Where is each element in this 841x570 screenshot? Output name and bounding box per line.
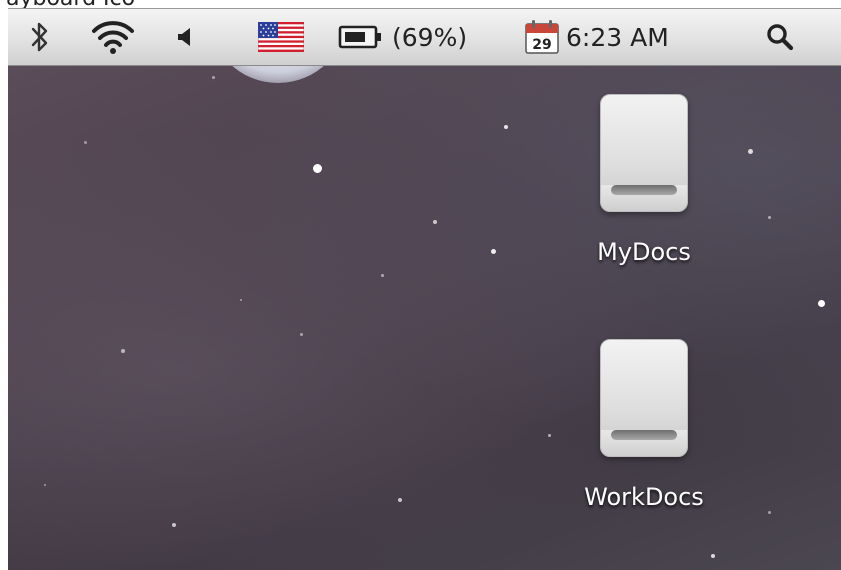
star — [121, 349, 125, 353]
clock-time: 6:23 AM — [566, 22, 669, 52]
star — [398, 498, 402, 502]
star — [548, 434, 551, 437]
star — [212, 76, 215, 79]
battery-percentage: (69%) — [392, 22, 468, 52]
menu-bar: (69%) 29 6:23 AM — [8, 9, 841, 66]
star — [768, 216, 771, 219]
spotlight-search-icon — [767, 24, 794, 51]
spotlight-menu[interactable] — [760, 9, 800, 65]
volume-menu[interactable] — [172, 9, 196, 65]
drive-label-mydocs: MyDocs — [597, 238, 691, 266]
star — [240, 299, 242, 301]
bluetooth-icon — [31, 22, 48, 52]
screen: (69%) 29 6:23 AM MyDocs WorkDocs — [8, 8, 841, 570]
drive-label-workdocs: WorkDocs — [584, 483, 704, 511]
star — [768, 511, 771, 514]
star — [748, 149, 753, 154]
battery-icon — [338, 25, 381, 49]
bluetooth-menu[interactable] — [22, 9, 58, 65]
star — [433, 220, 437, 224]
star — [818, 300, 825, 307]
calendar-day: 29 — [532, 37, 551, 53]
star — [491, 249, 496, 254]
volume-icon — [178, 28, 190, 46]
calendar-icon: 29 — [525, 20, 559, 54]
battery-menu[interactable]: (69%) — [338, 9, 496, 65]
clock-menu[interactable]: 29 6:23 AM — [524, 9, 734, 65]
us-flag-icon — [258, 22, 304, 52]
hard-drive-icon — [600, 339, 688, 457]
desktop: MyDocs WorkDocs — [8, 66, 841, 570]
star — [172, 523, 176, 527]
star — [711, 554, 715, 558]
star — [44, 484, 46, 486]
star — [84, 141, 87, 144]
input-menu[interactable] — [256, 9, 306, 65]
star — [381, 274, 384, 277]
wifi-menu[interactable] — [86, 9, 140, 65]
star — [504, 125, 508, 129]
wifi-icon — [92, 21, 134, 54]
star — [313, 164, 322, 173]
star — [300, 333, 303, 336]
drive-workdocs[interactable]: WorkDocs — [574, 339, 714, 511]
hard-drive-icon — [600, 94, 688, 212]
drive-mydocs[interactable]: MyDocs — [574, 94, 714, 266]
